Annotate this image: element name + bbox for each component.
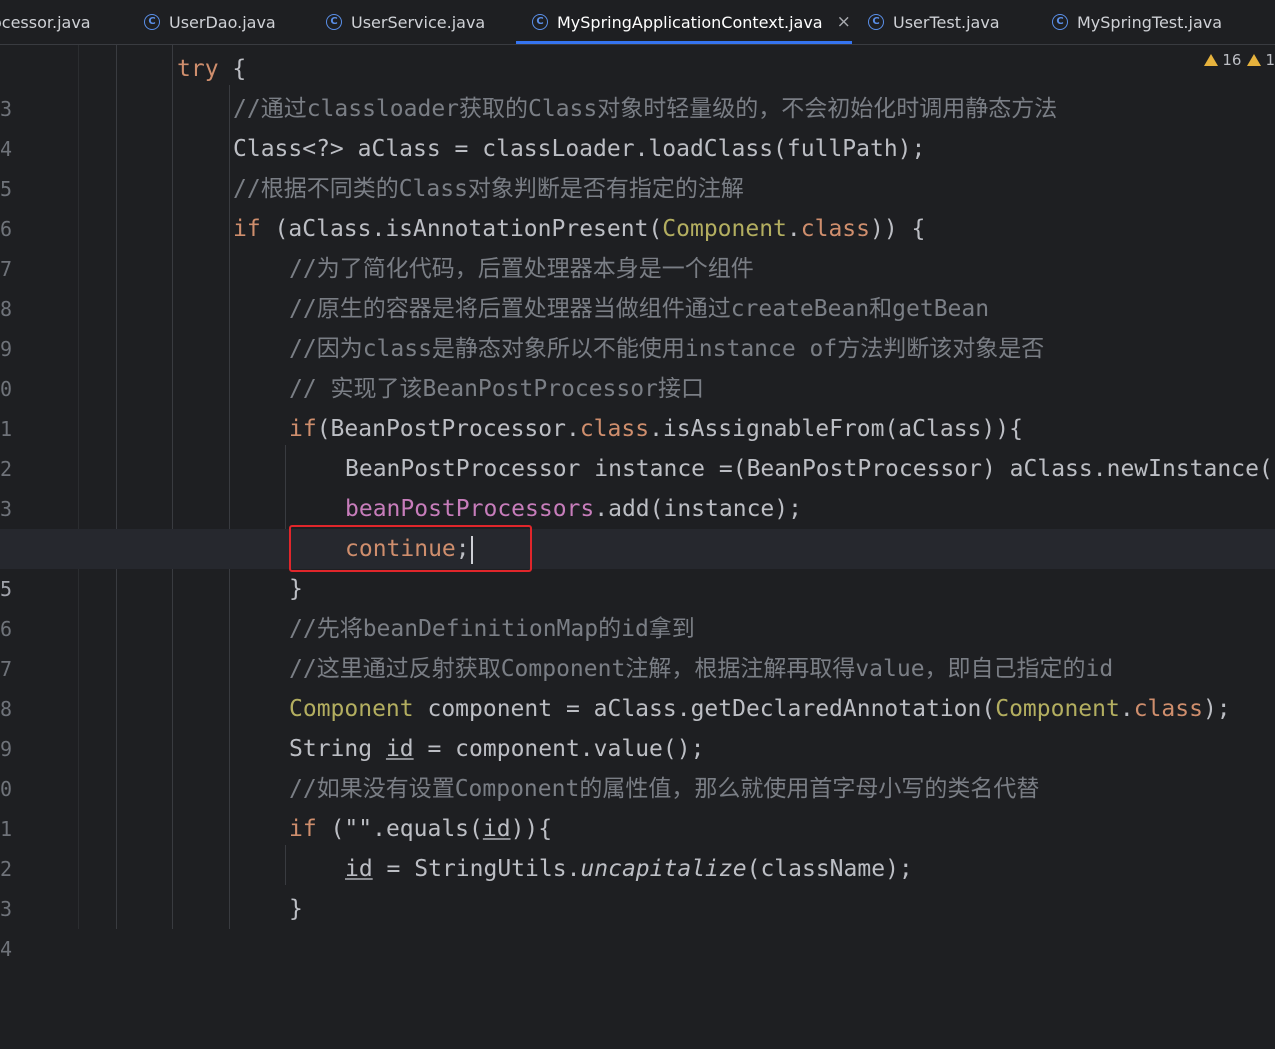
code-text: String id = component.value(); [289, 736, 705, 762]
tab-userdao[interactable]: C UserDao.java [144, 0, 276, 44]
code-text: if (aClass.isAnnotationPresent(Component… [233, 216, 926, 242]
code-line[interactable]: 9 //原生的容器是将后置处理器当做组件通过createBean和getBean [0, 289, 1275, 361]
code-comment: // 实现了该BeanPostProcessor接口 [289, 376, 704, 402]
tab-label: UserTest.java [893, 12, 1000, 32]
code-text: if ("".equals(id)){ [289, 816, 553, 842]
editor-tab-bar: ocessor.java C UserDao.java C UserServic… [0, 0, 1275, 45]
class-icon: C [1052, 14, 1068, 30]
tab-myspringapplicationcontext[interactable]: C MySpringApplicationContext.java × [532, 0, 851, 44]
warnings-count[interactable]: 16 [1204, 51, 1241, 69]
tab-label: UserDao.java [169, 12, 276, 32]
code-line[interactable]: 4 beanPostProcessors.add(instance); [0, 489, 1275, 561]
code-editor[interactable]: 3 try { 4 //通过classloader获取的Class对象时轻量级的… [0, 45, 1275, 961]
tab-label: ocessor.java [0, 12, 91, 32]
code-text: if(BeanPostProcessor.class.isAssignableF… [289, 416, 1023, 442]
code-line[interactable]: 1 // 实现了该BeanPostProcessor接口 [0, 369, 1275, 441]
code-text: BeanPostProcessor instance =(BeanPostPro… [345, 456, 1273, 482]
code-comment: //通过classloader获取的Class对象时轻量级的，不会初始化时调用静… [233, 96, 1058, 122]
tab-usertest[interactable]: C UserTest.java [868, 0, 1000, 44]
code-line[interactable]: 0 String id = component.value(); [0, 729, 1275, 801]
tab-label: MySpringApplicationContext.java [557, 12, 823, 32]
code-line[interactable]: 3 id = StringUtils.uncapitalize(classNam… [0, 849, 1275, 921]
code-text: } [289, 896, 303, 922]
code-line[interactable]: 2 if ("".equals(id)){ [0, 809, 1275, 881]
class-icon: C [326, 14, 342, 30]
line-number: 4 [0, 937, 12, 961]
code-text: try { [177, 56, 247, 82]
weak-warnings-count[interactable]: 1 [1247, 51, 1275, 69]
code-line[interactable]: 0 //因为class是静态对象所以不能使用instance of方法判断该对象… [0, 329, 1275, 401]
tab-label: MySpringTest.java [1077, 12, 1223, 32]
code-comment: //原生的容器是将后置处理器当做组件通过createBean和getBean [289, 296, 990, 322]
annotation-highlight-box [289, 525, 532, 572]
code-line[interactable]: 7 //先将beanDefinitionMap的id拿到 [0, 609, 1275, 681]
code-line[interactable]: 4 } [0, 889, 1275, 961]
tab-userservice[interactable]: C UserService.java [326, 0, 485, 44]
warning-icon [1247, 54, 1262, 66]
class-icon: C [868, 14, 884, 30]
code-comment: //为了简化代码，后置处理器本身是一个组件 [289, 256, 754, 282]
tab-label: UserService.java [351, 12, 486, 32]
code-text: id = StringUtils.uncapitalize(className)… [345, 856, 913, 882]
code-comment: //根据不同类的Class对象判断是否有指定的注解 [233, 176, 744, 202]
tab-myspringtest[interactable]: C MySpringTest.java [1052, 0, 1222, 44]
code-line[interactable]: 7 if (aClass.isAnnotationPresent(Compone… [0, 209, 1275, 281]
code-line[interactable]: 5 Class<?> aClass = classLoader.loadClas… [0, 129, 1275, 201]
code-line[interactable]: 8 //为了简化代码，后置处理器本身是一个组件 [0, 249, 1275, 321]
close-icon[interactable]: × [837, 12, 851, 32]
code-comment: //这里通过反射获取Component注解，根据注解再取得value，即自己指定… [289, 656, 1114, 682]
code-line[interactable]: 6 //根据不同类的Class对象判断是否有指定的注解 [0, 169, 1275, 241]
code-line[interactable]: 1 //如果没有设置Component的属性值，那么就使用首字母小写的类名代替 [0, 769, 1275, 841]
class-icon: C [532, 14, 548, 30]
code-text: Component component = aClass.getDeclared… [289, 696, 1231, 722]
code-comment: //先将beanDefinitionMap的id拿到 [289, 616, 695, 642]
active-tab-indicator [516, 41, 852, 44]
inspection-widget[interactable]: 16 1 [1198, 51, 1275, 69]
code-line[interactable]: 3 try { [0, 49, 1275, 121]
code-line[interactable]: 4 //通过classloader获取的Class对象时轻量级的，不会初始化时调… [0, 89, 1275, 161]
code-line[interactable]: 2 if(BeanPostProcessor.class.isAssignabl… [0, 409, 1275, 481]
tab-processor[interactable]: ocessor.java [0, 0, 91, 44]
code-line[interactable]: 6 } [0, 569, 1275, 641]
code-line[interactable]: 3 BeanPostProcessor instance =(BeanPostP… [0, 449, 1275, 521]
code-text: Class<?> aClass = classLoader.loadClass(… [233, 136, 926, 162]
code-comment: //因为class是静态对象所以不能使用instance of方法判断该对象是否 [289, 336, 1045, 362]
current-code-line[interactable]: 5 continue; [0, 529, 1275, 601]
code-line[interactable]: 9 Component component = aClass.getDeclar… [0, 689, 1275, 761]
class-icon: C [144, 14, 160, 30]
code-comment: //如果没有设置Component的属性值，那么就使用首字母小写的类名代替 [289, 776, 1040, 802]
code-text: } [289, 576, 303, 602]
code-line[interactable]: 8 //这里通过反射获取Component注解，根据注解再取得value，即自己… [0, 649, 1275, 721]
warning-icon [1204, 54, 1219, 66]
code-text: beanPostProcessors.add(instance); [345, 496, 802, 522]
